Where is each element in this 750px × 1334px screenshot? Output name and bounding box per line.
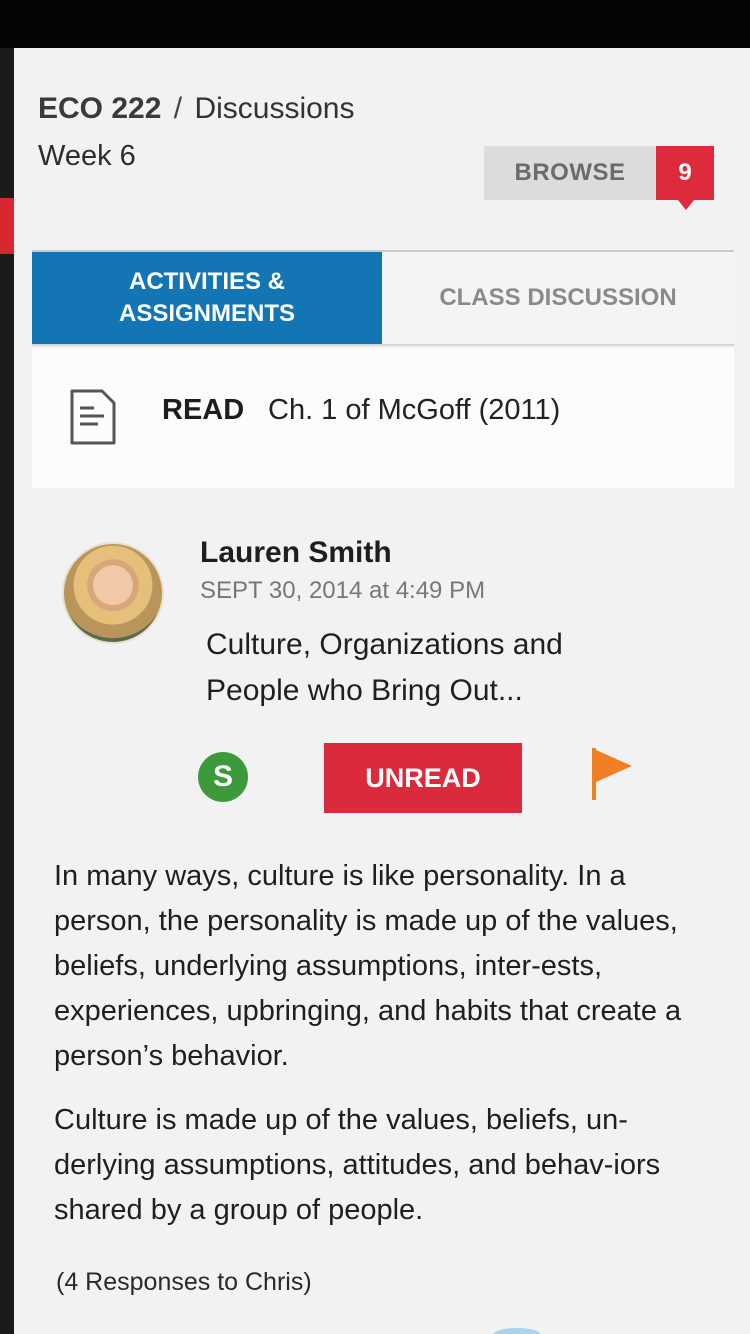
browse-button[interactable]: BROWSE 9 (484, 146, 714, 210)
reading-type-label: READ (162, 394, 245, 426)
post-body: In many ways, culture is like personalit… (54, 854, 714, 1252)
reading-title: Ch. 1 of McGoff (2011) (268, 394, 561, 426)
post-paragraph: In many ways, culture is like personalit… (54, 860, 682, 1072)
document-icon (70, 389, 116, 445)
breadcrumb-course[interactable]: ECO 222 (38, 92, 161, 125)
avatar[interactable] (62, 542, 164, 644)
post-timestamp: SEPT 30, 2014 at 4:49 PM (200, 577, 486, 604)
side-rail-indicator (0, 198, 14, 254)
page-subtitle: Week 6 (38, 140, 136, 172)
floating-action-edge (494, 1328, 540, 1334)
browse-count-badge: 9 (656, 146, 714, 210)
tab-activities-assignments[interactable]: ACTIVITIES & ASSIGNMENTS (32, 252, 382, 344)
unread-button[interactable]: UNREAD (324, 743, 522, 813)
responses-link[interactable]: (4 Responses to Chris) (56, 1268, 312, 1297)
post-paragraph: Culture is made up of the values, belief… (54, 1104, 661, 1226)
flag-icon[interactable] (588, 746, 638, 800)
status-bar (0, 0, 750, 48)
post-author[interactable]: Lauren Smith (200, 536, 392, 570)
breadcrumb-separator: / (173, 92, 183, 125)
tab-class-discussion[interactable]: CLASS DISCUSSION (382, 252, 734, 344)
s-badge-icon[interactable]: S (198, 752, 248, 802)
tab-bar: ACTIVITIES & ASSIGNMENTS CLASS DISCUSSIO… (32, 250, 734, 346)
browse-label: BROWSE (484, 146, 656, 200)
post-title[interactable]: Culture, Organizations and People who Br… (206, 622, 646, 714)
reading-item[interactable]: READ Ch. 1 of McGoff (2011) (32, 348, 734, 488)
breadcrumb-section: Discussions (194, 92, 355, 125)
breadcrumb: ECO 222 / Discussions (38, 92, 355, 126)
